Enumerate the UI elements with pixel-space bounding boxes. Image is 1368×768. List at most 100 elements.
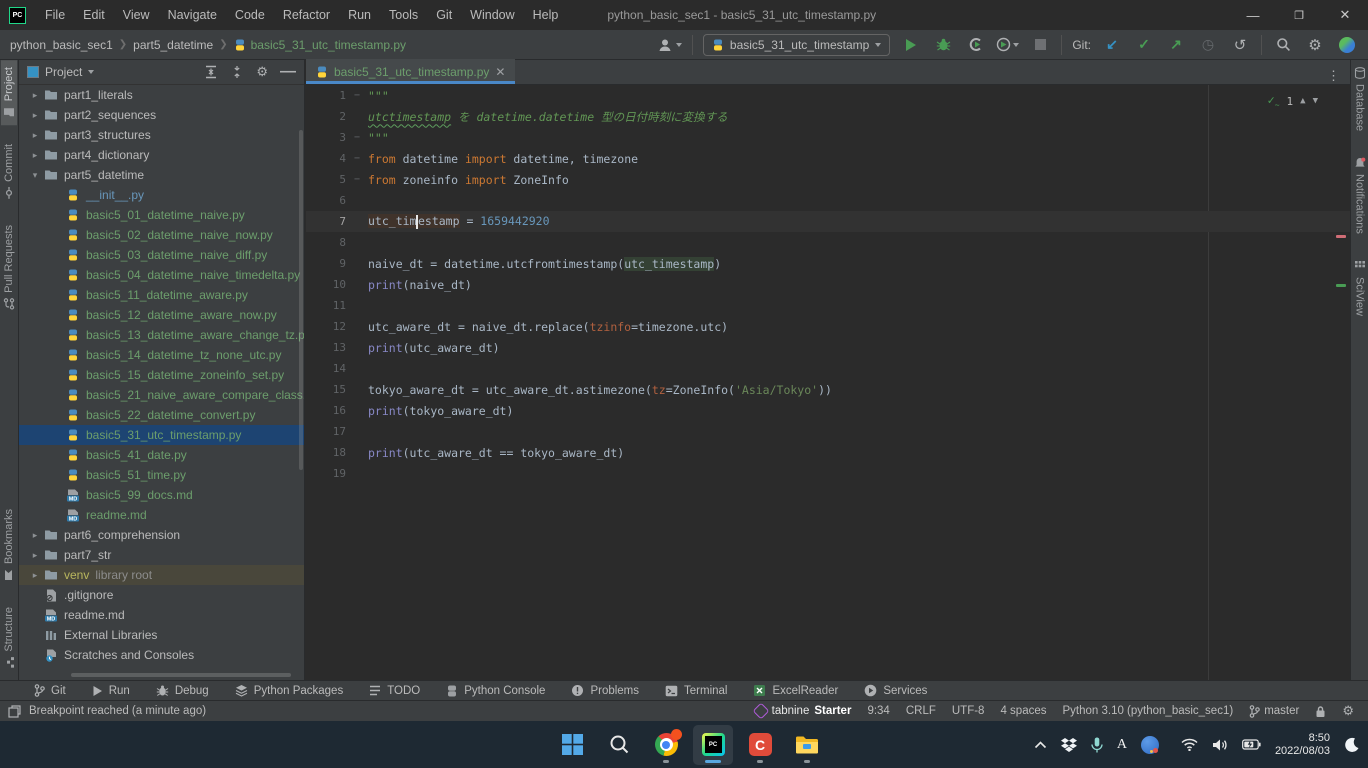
code-line-11[interactable]: 11 [306, 295, 1350, 316]
code-line-16[interactable]: 16print(tokyo_aware_dt) [306, 400, 1350, 421]
tree-chevron-icon[interactable]: ▸ [27, 130, 43, 141]
project-settings-gear-icon[interactable]: ⚙ [256, 64, 268, 80]
code-line-14[interactable]: 14 [306, 358, 1350, 379]
menu-window[interactable]: Window [463, 5, 521, 25]
tree-item-readme-md[interactable]: MDreadme.md [19, 605, 304, 625]
project-view-dropdown-icon[interactable] [88, 70, 94, 74]
line-number[interactable]: 15 [306, 383, 346, 396]
status-settings-gear-icon[interactable]: ⚙ [1342, 703, 1354, 719]
close-button[interactable]: ✕ [1322, 0, 1368, 30]
fold-marker[interactable]: − [346, 153, 368, 164]
night-mode-moon-icon[interactable] [1344, 737, 1360, 753]
battery-icon[interactable] [1242, 739, 1261, 750]
tree-item-basic5-11-datetime-aware-py[interactable]: basic5_11_datetime_aware.py [19, 285, 304, 305]
line-number[interactable]: 6 [306, 194, 346, 207]
code-line-9[interactable]: 9naive_dt = datetime.utcfromtimestamp(ut… [306, 253, 1350, 274]
tray-chevron-up-icon[interactable] [1034, 741, 1047, 749]
expand-all-icon[interactable] [204, 65, 218, 79]
line-number[interactable]: 11 [306, 299, 346, 312]
tree-item-scratches-and-consoles[interactable]: Scratches and Consoles [19, 645, 304, 665]
tree-item-basic5-51-time-py[interactable]: basic5_51_time.py [19, 465, 304, 485]
code-line-15[interactable]: 15tokyo_aware_dt = utc_aware_dt.astimezo… [306, 379, 1350, 400]
tab-close-icon[interactable]: ✕ [495, 65, 505, 79]
menu-run[interactable]: Run [341, 5, 378, 25]
tool-button-run[interactable]: Run [92, 685, 130, 697]
line-number[interactable]: 5 [306, 173, 346, 186]
breadcrumb-item-basic5-31-utc-timestamp-py[interactable]: basic5_31_utc_timestamp.py [234, 38, 406, 52]
fold-marker[interactable]: − [346, 174, 368, 185]
line-number[interactable]: 14 [306, 362, 346, 375]
code-editor[interactable]: 1−"""2utctimestamp を datetime.datetime 型… [306, 85, 1350, 680]
tree-item-basic5-21-naive-aware-compare-class-py[interactable]: basic5_21_naive_aware_compare_class.py [19, 385, 304, 405]
tool-button-python-console[interactable]: Python Console [446, 685, 545, 697]
code-line-8[interactable]: 8 [306, 232, 1350, 253]
rollback-button[interactable]: ↺ [1229, 34, 1251, 56]
minimize-button[interactable]: — [1230, 0, 1276, 30]
line-number[interactable]: 18 [306, 446, 346, 459]
tree-chevron-icon[interactable]: ▸ [27, 530, 43, 541]
menu-refactor[interactable]: Refactor [276, 5, 337, 25]
code-line-1[interactable]: 1−""" [306, 85, 1350, 106]
tree-item-part3-structures[interactable]: ▸part3_structures [19, 125, 304, 145]
tree-item-basic5-22-datetime-convert-py[interactable]: basic5_22_datetime_convert.py [19, 405, 304, 425]
error-stripe-mark-typo[interactable] [1336, 235, 1346, 238]
taskbar-clock[interactable]: 8:50 2022/08/03 [1275, 732, 1330, 758]
stripe-item-commit[interactable]: Commit [1, 137, 17, 206]
code-line-10[interactable]: 10print(naive_dt) [306, 274, 1350, 295]
tree-item-basic5-31-utc-timestamp-py[interactable]: basic5_31_utc_timestamp.py [19, 425, 304, 445]
start-button[interactable] [552, 725, 592, 765]
wifi-icon[interactable] [1181, 738, 1198, 751]
line-number[interactable]: 3 [306, 131, 346, 144]
tree-chevron-icon[interactable]: ▸ [27, 90, 43, 101]
history-button[interactable]: ◷ [1197, 34, 1219, 56]
tree-chevron-icon[interactable]: ▸ [27, 110, 43, 121]
line-number[interactable]: 10 [306, 278, 346, 291]
debug-button[interactable] [932, 34, 954, 56]
code-line-19[interactable]: 19 [306, 463, 1350, 484]
tree-item-basic5-14-datetime-tz-none-utc-py[interactable]: basic5_14_datetime_tz_none_utc.py [19, 345, 304, 365]
fold-marker[interactable]: − [346, 132, 368, 143]
code-line-12[interactable]: 12utc_aware_dt = naive_dt.replace(tzinfo… [306, 316, 1350, 337]
tree-vertical-scrollbar[interactable] [299, 130, 303, 470]
hide-panel-icon[interactable]: — [280, 63, 296, 81]
stripe-item-database[interactable]: Database [1352, 60, 1368, 138]
stripe-item-notifications[interactable]: Notifications [1352, 150, 1368, 241]
code-line-3[interactable]: 3−""" [306, 127, 1350, 148]
dropbox-icon[interactable] [1061, 738, 1077, 752]
line-separator[interactable]: CRLF [906, 705, 936, 717]
layers-icon[interactable] [8, 705, 21, 718]
line-number[interactable]: 7 [306, 215, 346, 228]
python-interpreter[interactable]: Python 3.10 (python_basic_sec1) [1062, 705, 1233, 717]
code-line-6[interactable]: 6 [306, 190, 1350, 211]
line-number[interactable]: 17 [306, 425, 346, 438]
code-line-2[interactable]: 2utctimestamp を datetime.datetime 型の日付時刻… [306, 106, 1350, 127]
tree-item-part4-dictionary[interactable]: ▸part4_dictionary [19, 145, 304, 165]
stripe-item-structure[interactable]: Structure [1, 600, 17, 676]
stripe-item-sciview[interactable]: SciView [1352, 253, 1368, 323]
project-view-title[interactable]: Project [45, 65, 82, 79]
prev-issue-icon[interactable]: ▲ [1300, 96, 1305, 106]
line-number[interactable]: 13 [306, 341, 346, 354]
menu-file[interactable]: File [38, 5, 72, 25]
tool-button-terminal[interactable]: Terminal [665, 685, 727, 697]
menu-view[interactable]: View [116, 5, 157, 25]
fold-marker[interactable]: − [346, 90, 368, 101]
tool-button-git[interactable]: Git [34, 684, 66, 697]
tabnine-widget[interactable]: tabnine Starter [755, 705, 852, 717]
line-number[interactable]: 1 [306, 89, 346, 102]
tool-button-excelreader[interactable]: ExcelReader [753, 684, 838, 697]
git-commit-button[interactable]: ✓ [1133, 34, 1155, 56]
git-push-button[interactable]: ↗ [1165, 34, 1187, 56]
inspections-widget[interactable]: ✓~ 1 ▲ ▼ [1267, 93, 1318, 109]
tool-button-python-packages[interactable]: Python Packages [235, 684, 344, 697]
tree-horizontal-scrollbar[interactable] [71, 673, 291, 677]
tree-item-basic5-15-datetime-zoneinfo-set-py[interactable]: basic5_15_datetime_zoneinfo_set.py [19, 365, 304, 385]
tree-item-part1-literals[interactable]: ▸part1_literals [19, 85, 304, 105]
tree-item-venv[interactable]: ▸venvlibrary root [19, 565, 304, 585]
menu-edit[interactable]: Edit [76, 5, 112, 25]
tool-button-services[interactable]: Services [864, 684, 927, 697]
taskbar-camtasia-icon[interactable]: C [740, 725, 780, 765]
tree-item-external-libraries[interactable]: External Libraries [19, 625, 304, 645]
coverage-button[interactable] [996, 34, 1019, 56]
tree-chevron-icon[interactable]: ▸ [27, 150, 43, 161]
